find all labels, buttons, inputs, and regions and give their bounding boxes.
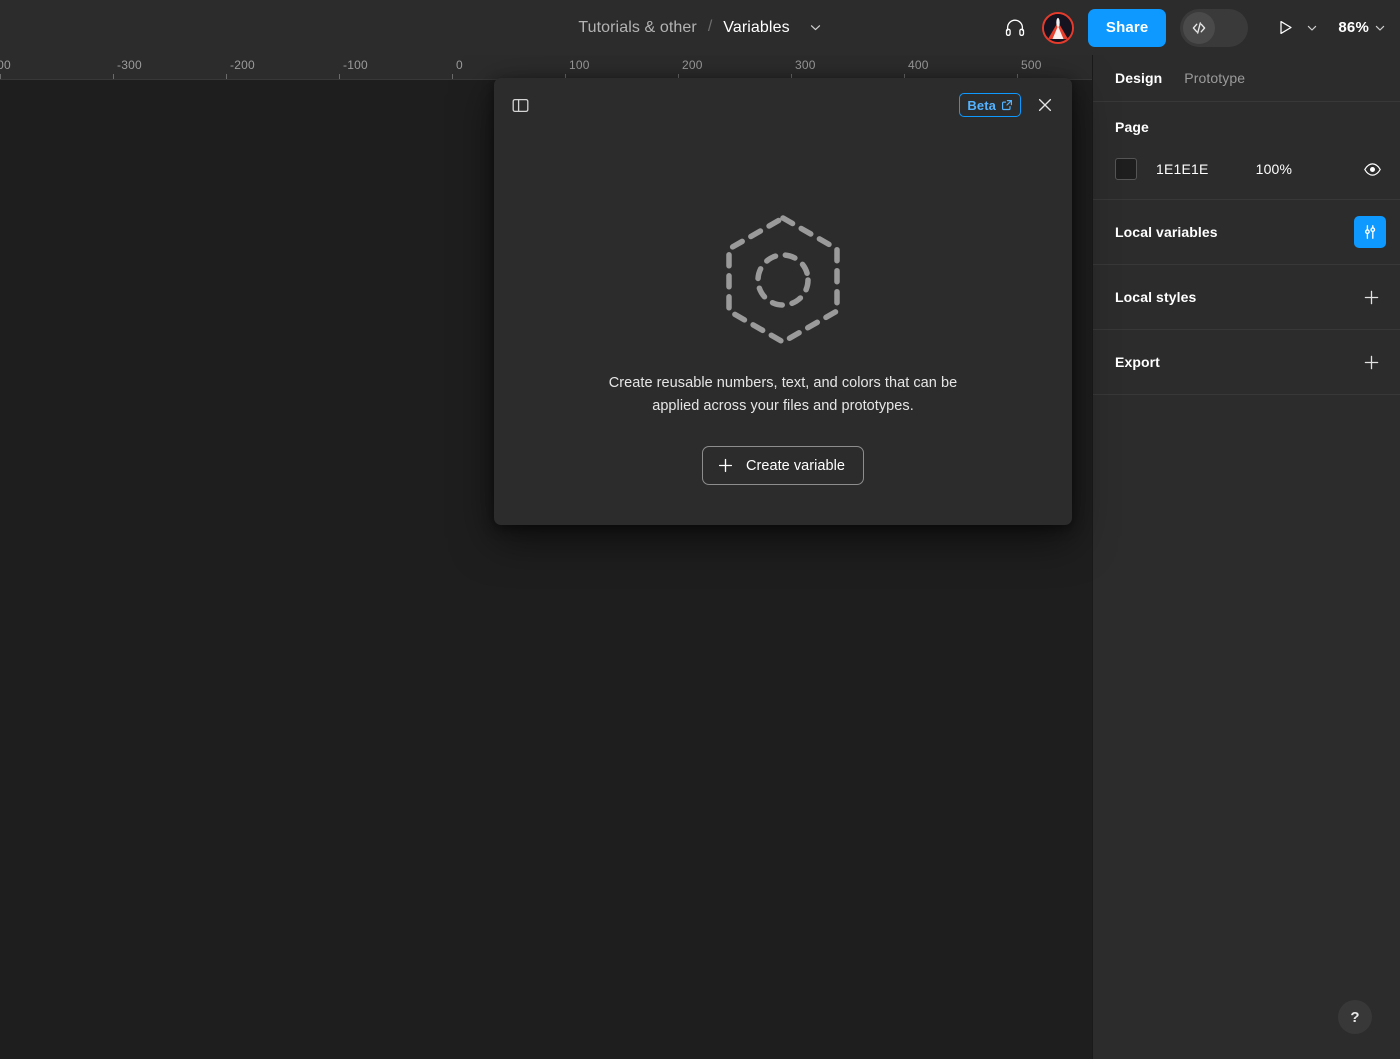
modal-header-left xyxy=(505,90,535,120)
share-button[interactable]: Share xyxy=(1088,9,1166,47)
help-button[interactable]: ? xyxy=(1338,1000,1372,1034)
present-group xyxy=(1270,12,1322,44)
tab-design[interactable]: Design xyxy=(1115,70,1162,86)
create-variable-button[interactable]: Create variable xyxy=(702,446,864,485)
breadcrumb: Tutorials & other / Variables xyxy=(578,19,821,37)
zoom-level-label: 86% xyxy=(1338,19,1369,36)
plus-icon[interactable] xyxy=(1356,282,1386,312)
ruler-tick-label: 400 xyxy=(908,58,929,72)
beta-badge-label: Beta xyxy=(967,98,996,113)
ruler-tick-label: 200 xyxy=(682,58,703,72)
export-label: Export xyxy=(1115,354,1160,370)
local-styles-section: Local styles xyxy=(1093,265,1400,330)
tab-prototype[interactable]: Prototype xyxy=(1184,70,1245,86)
play-icon[interactable] xyxy=(1270,12,1300,44)
external-link-icon xyxy=(1001,99,1013,111)
export-section: Export xyxy=(1093,330,1400,395)
right-panel-tabs: Design Prototype xyxy=(1093,55,1400,102)
sliders-icon[interactable] xyxy=(1354,216,1386,248)
chevron-down-icon[interactable] xyxy=(809,21,822,34)
create-variable-button-label: Create variable xyxy=(746,458,845,474)
local-styles-row: Local styles xyxy=(1115,265,1386,329)
beta-badge[interactable]: Beta xyxy=(959,93,1021,117)
figma-app-window: Tutorials & other / Variables xyxy=(0,0,1400,1059)
ruler-tick-mark xyxy=(0,74,1,80)
zoom-control[interactable]: 86% xyxy=(1338,19,1386,36)
export-action xyxy=(1356,347,1386,377)
page-background-row: 1E1E1E 100% xyxy=(1115,156,1386,182)
dashed-hexagon-icon xyxy=(717,212,849,348)
ruler-tick-label: 500 xyxy=(1021,58,1042,72)
zoom-chevron-down-icon xyxy=(1374,22,1386,34)
ruler-tick-mark xyxy=(113,74,114,80)
toolbar-right-group: Share xyxy=(998,0,1386,55)
ruler-tick-mark xyxy=(339,74,340,80)
ruler-tick-label: -100 xyxy=(343,58,368,72)
page-section: Page 1E1E1E 100% xyxy=(1093,102,1400,200)
plus-icon xyxy=(717,457,734,474)
breadcrumb-file-name[interactable]: Variables xyxy=(723,19,789,37)
ruler-tick-label: 100 xyxy=(569,58,590,72)
headphones-icon[interactable] xyxy=(998,11,1032,45)
ruler-tick-mark xyxy=(452,74,453,80)
export-row: Export xyxy=(1115,330,1386,394)
right-sidebar: Design Prototype Page 1E1E1E 100% Local … xyxy=(1092,55,1400,1059)
present-chevron-down-icon[interactable] xyxy=(1302,12,1322,44)
ruler-tick-mark xyxy=(226,74,227,80)
local-variables-modal: Beta xyxy=(494,78,1072,525)
page-color-swatch[interactable] xyxy=(1115,158,1137,180)
local-variables-section: Local variables xyxy=(1093,200,1400,265)
ruler-tick-label: 0 xyxy=(456,58,463,72)
local-variables-label: Local variables xyxy=(1115,224,1218,240)
breadcrumb-separator: / xyxy=(708,18,712,36)
modal-header: Beta xyxy=(494,78,1072,132)
sidebar-toggle-icon[interactable] xyxy=(505,90,535,120)
page-color-hex[interactable]: 1E1E1E xyxy=(1156,161,1209,177)
empty-state-description: Create reusable numbers, text, and color… xyxy=(593,372,973,418)
plus-icon[interactable] xyxy=(1356,347,1386,377)
avatar[interactable] xyxy=(1042,12,1074,44)
local-styles-label: Local styles xyxy=(1115,289,1196,305)
local-variables-row: Local variables xyxy=(1115,200,1386,264)
close-icon[interactable] xyxy=(1031,91,1059,119)
modal-empty-state: Create reusable numbers, text, and color… xyxy=(494,132,1072,525)
horizontal-ruler: -400 -300 -200 -100 0 100 200 300 400 500 xyxy=(0,55,1092,80)
ruler-tick-label: 300 xyxy=(795,58,816,72)
breadcrumb-project[interactable]: Tutorials & other xyxy=(578,19,697,37)
ruler-tick-label: -300 xyxy=(117,58,142,72)
code-icon xyxy=(1183,12,1215,44)
top-toolbar: Tutorials & other / Variables xyxy=(0,0,1400,55)
ruler-tick-label: -200 xyxy=(230,58,255,72)
page-color-opacity[interactable]: 100% xyxy=(1256,161,1293,177)
page-section-heading: Page xyxy=(1115,119,1386,135)
local-variables-action xyxy=(1354,216,1386,248)
modal-header-right: Beta xyxy=(959,91,1059,119)
ruler-tick-label: -400 xyxy=(0,58,11,72)
local-styles-action xyxy=(1356,282,1386,312)
eye-icon[interactable] xyxy=(1358,155,1386,183)
dev-mode-toggle[interactable] xyxy=(1180,9,1248,47)
